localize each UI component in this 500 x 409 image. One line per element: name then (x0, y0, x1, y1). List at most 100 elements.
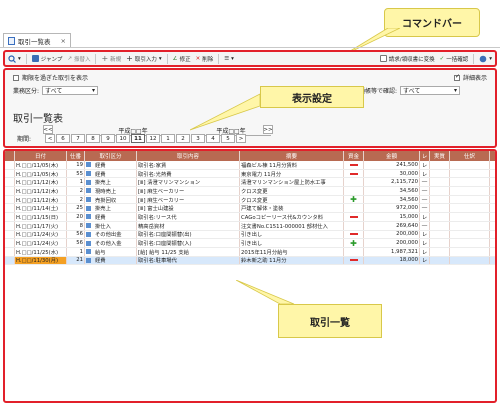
convert-invoice-button[interactable]: 請求/領収書に変換 (379, 55, 435, 63)
cell-amount: 18,000 (364, 256, 420, 265)
close-icon[interactable]: × (61, 37, 66, 45)
tab-divider (0, 47, 500, 48)
overdue-toggle[interactable]: 期限を過ぎた取引を表示 (13, 73, 88, 82)
cell-date: H.□□/11/24(火) (15, 230, 67, 239)
cell-actual (430, 169, 450, 178)
separator (218, 53, 220, 64)
month-button[interactable]: 5 (221, 134, 235, 143)
cell-fund (344, 204, 364, 213)
cell-date: H.□□/11/30(月) (15, 256, 67, 265)
column-header-fund[interactable]: 資金 (344, 151, 364, 161)
table-row[interactable]: H.□□/11/25(水) 1 給与 [給] 給与 11/25 支給 2015年11月分… (5, 247, 495, 257)
transfer-button[interactable]: ↗ 振替入 (67, 55, 90, 63)
column-header-actual[interactable]: 実質 (430, 151, 450, 161)
column-header-amount[interactable]: 金額 (364, 151, 420, 161)
category-select[interactable]: すべて ▾ (42, 86, 99, 95)
column-header-date[interactable]: 日付 (15, 151, 67, 161)
table-row[interactable]: H.□□/11/12(木) 2 現時売上 [ⅲ] 麻生ベーカリー クロス変更 34,560… (5, 187, 495, 196)
detail-checkbox[interactable]: ✓ (453, 73, 460, 81)
column-header-kind[interactable]: 取引区分 (85, 151, 137, 161)
search-button[interactable]: ▾ (8, 54, 21, 63)
row-checkbox (5, 161, 15, 169)
table-row[interactable]: H.□□/11/17(火) 8 掛仕入 精高岳資材 注文書No.C1511-000001… (5, 221, 495, 231)
kind-icon (86, 162, 91, 168)
confirm-label: 通帳等で確認: (359, 88, 398, 95)
delete-button[interactable]: ✕ 削除 (196, 55, 214, 63)
cell-content: 取引名:リース代 (137, 213, 240, 221)
tab-transaction-list[interactable]: 取引一覧表 × (3, 33, 71, 48)
cell-journal (450, 213, 490, 221)
month-button[interactable]: 10 (116, 134, 130, 143)
callout-settings-tail (190, 93, 261, 131)
new-button[interactable]: + 新規 (101, 54, 121, 63)
plus-icon: ✚ (350, 239, 357, 247)
cell-memo: 引き出し (240, 230, 344, 239)
month-button[interactable]: 12 (146, 134, 160, 143)
cell-kind: 経費 (85, 161, 137, 169)
cell-check: レ (420, 230, 430, 239)
table-row[interactable]: H.□□/11/05(木) 19 経費 取引名:家賃 福森ビル棟 11月分賃料 241,5… (5, 161, 495, 170)
cell-kind: 現時売上 (85, 187, 137, 195)
month-button[interactable]: 9 (101, 134, 115, 143)
cell-content: 取引名:家賃 (137, 161, 240, 169)
detail-toggle[interactable]: ✓ 詳細表示 (453, 73, 487, 82)
jump-button[interactable]: ジャンプ (31, 55, 62, 63)
table-row[interactable]: H.□□/11/05(木) 55 経費 取引名:光熱費 東京電力 11月分 30,000 レ (5, 169, 495, 179)
list-menu-button[interactable]: ☰ ▾ (224, 56, 234, 62)
period-next-year-button[interactable]: >> (263, 125, 273, 134)
period-next-button[interactable]: > (236, 134, 246, 143)
overdue-checkbox[interactable] (13, 74, 19, 81)
month-button[interactable]: 2 (176, 134, 190, 143)
column-header-content[interactable]: 取引内容 (137, 151, 240, 161)
cell-memo: 注文書No.C1511-000001 部材仕入 (240, 221, 344, 230)
bulk-confirm-button[interactable]: ✓ 一括確認 (440, 55, 469, 63)
help-button[interactable]: ▾ (479, 55, 492, 63)
month-button-active[interactable]: 11 (131, 134, 145, 143)
separator (166, 53, 168, 64)
list-icon: ☰ (224, 55, 230, 62)
table-row[interactable]: H.□□/11/30(月) 21 経費 取引名:駐車場代 鈴木新之助 11月分 18,00… (5, 256, 495, 266)
cell-actual (430, 161, 450, 169)
transaction-input-button[interactable]: + 取引入力 ▾ (126, 54, 161, 63)
category-label: 業務区分: (13, 88, 40, 95)
kind-icon (86, 257, 91, 263)
table-row[interactable]: H.□□/11/24(火) 56 その他出金 取引名:口座間振替(出) 引き出し 200,… (5, 230, 495, 240)
column-header-check[interactable]: レ (420, 151, 430, 161)
cell-number: 20 (67, 213, 85, 221)
row-checkbox (5, 239, 15, 247)
period-prev-button[interactable]: < (45, 134, 55, 143)
row-checkbox (5, 247, 15, 256)
confirm-select[interactable]: すべて ▾ (400, 86, 461, 95)
column-header-number[interactable]: 仕番 (67, 151, 85, 161)
table-row[interactable]: H.□□/11/12(木) 2 売掛回収 [ⅲ] 麻生ベーカリー クロス変更 ✚ 34,56… (5, 195, 495, 205)
cell-check: レ (420, 256, 430, 265)
edit-button[interactable]: ∠ 修正 (173, 55, 191, 63)
month-button[interactable]: 4 (206, 134, 220, 143)
column-header-memo[interactable]: 摘要 (240, 151, 344, 161)
kind-icon (86, 214, 91, 220)
month-button[interactable]: 3 (191, 134, 205, 143)
cell-number: 2 (67, 187, 85, 195)
column-header-journal[interactable]: 仕訳 (450, 151, 490, 161)
cell-journal (450, 239, 490, 247)
month-button[interactable]: 6 (56, 134, 70, 143)
cell-check: レ (420, 161, 430, 169)
row-checkbox (5, 221, 15, 230)
month-button[interactable]: 8 (86, 134, 100, 143)
period-prev-year-button[interactable]: << (43, 125, 53, 134)
table-row[interactable]: H.□□/11/15(日) 20 経費 取引名:リース代 CAGoコピーリース代&カウン… (5, 213, 495, 222)
cell-memo: 清澄マリンマンション屋上防水工事 (240, 178, 344, 187)
cell-number: 56 (67, 230, 85, 239)
month-button[interactable]: 7 (71, 134, 85, 143)
cell-journal (450, 169, 490, 178)
month-button[interactable]: 1 (161, 134, 175, 143)
cell-actual (430, 256, 450, 265)
transfer-icon: ↗ (67, 55, 72, 62)
cell-check: ― (420, 195, 430, 204)
callout-display-settings: 表示設定 (260, 86, 364, 108)
table-row[interactable]: H.□□/11/24(火) 56 その他入金 取引名:口座間振替(入) 引き出し ✚ 200… (5, 239, 495, 248)
table-row[interactable]: H.□□/11/12(木) 1 掛売上 [ⅲ] 清澄マリンマンション 清澄マリンマンショ… (5, 178, 495, 188)
cell-content: 精高岳資材 (137, 221, 240, 230)
table-row[interactable]: H.□□/11/14(土) 25 掛売上 [ⅲ] 富士山建設 戸建て解体・塗装 972,0… (5, 204, 495, 214)
cell-actual (430, 195, 450, 204)
